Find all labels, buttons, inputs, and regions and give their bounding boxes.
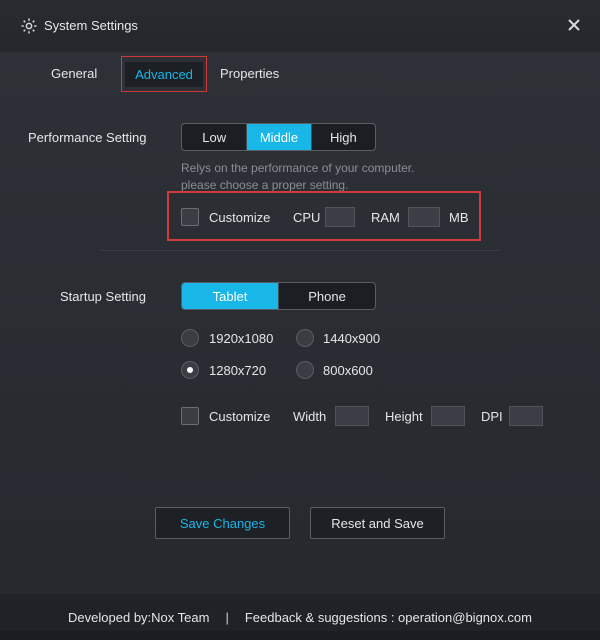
- width-input[interactable]: [335, 406, 369, 426]
- tab-general[interactable]: General: [51, 66, 97, 81]
- window-title: System Settings: [44, 18, 138, 33]
- section-divider: [100, 250, 500, 251]
- height-label: Height: [385, 409, 423, 424]
- title-bar[interactable]: System Settings: [0, 0, 600, 52]
- dpi-label: DPI: [481, 409, 503, 424]
- resolution-radio-1280x720[interactable]: [181, 361, 199, 379]
- close-icon[interactable]: [566, 17, 582, 33]
- performance-hint-line1: Relys on the performance of your compute…: [181, 161, 415, 175]
- resolution-label-1440x900: 1440x900: [323, 331, 381, 346]
- performance-option-middle[interactable]: Middle: [246, 124, 311, 150]
- settings-window: System Settings General Advanced Propert…: [0, 0, 600, 640]
- tab-advanced-label: Advanced: [125, 61, 203, 87]
- performance-option-high[interactable]: High: [310, 124, 375, 150]
- resolution-label-1280x720: 1280x720: [209, 363, 267, 378]
- startup-mode-segmented-control: Tablet Phone: [181, 282, 376, 310]
- tab-bar: General Advanced Properties: [0, 52, 600, 98]
- performance-segmented-control: Low Middle High: [181, 123, 376, 151]
- footer-feedback[interactable]: Feedback & suggestions : operation@bigno…: [245, 610, 532, 625]
- performance-customize-checkbox[interactable]: [181, 208, 199, 226]
- height-input[interactable]: [431, 406, 465, 426]
- save-changes-button[interactable]: Save Changes: [155, 507, 290, 539]
- startup-customize-label: Customize: [209, 409, 271, 424]
- gear-icon: [21, 18, 37, 34]
- resolution-radio-1440x900[interactable]: [296, 329, 314, 347]
- ram-label: RAM: [371, 210, 400, 225]
- resolution-label-1920x1080: 1920x1080: [209, 331, 274, 346]
- resolution-radio-1920x1080[interactable]: [181, 329, 199, 347]
- tab-properties[interactable]: Properties: [220, 66, 279, 81]
- dpi-input[interactable]: [509, 406, 543, 426]
- reset-and-save-button[interactable]: Reset and Save: [310, 507, 445, 539]
- footer-developed-by: Developed by:Nox Team: [68, 609, 210, 625]
- startup-mode-phone[interactable]: Phone: [278, 283, 375, 309]
- mb-label: MB: [449, 210, 469, 225]
- tab-advanced[interactable]: Advanced: [121, 56, 207, 92]
- startup-mode-tablet[interactable]: Tablet: [182, 283, 278, 309]
- performance-option-low[interactable]: Low: [182, 124, 246, 150]
- resolution-radio-800x600[interactable]: [296, 361, 314, 379]
- cpu-label: CPU: [293, 210, 321, 225]
- startup-setting-label: Startup Setting: [60, 289, 146, 304]
- resolution-label-800x600: 800x600: [323, 363, 373, 378]
- performance-setting-label: Performance Setting: [28, 130, 147, 145]
- footer-strip: [0, 631, 600, 640]
- ram-input[interactable]: [408, 207, 440, 227]
- footer-separator: |: [225, 609, 229, 625]
- startup-customize-checkbox[interactable]: [181, 407, 199, 425]
- performance-customize-label: Customize: [209, 210, 271, 225]
- width-label: Width: [293, 409, 327, 424]
- cpu-input[interactable]: [325, 207, 355, 227]
